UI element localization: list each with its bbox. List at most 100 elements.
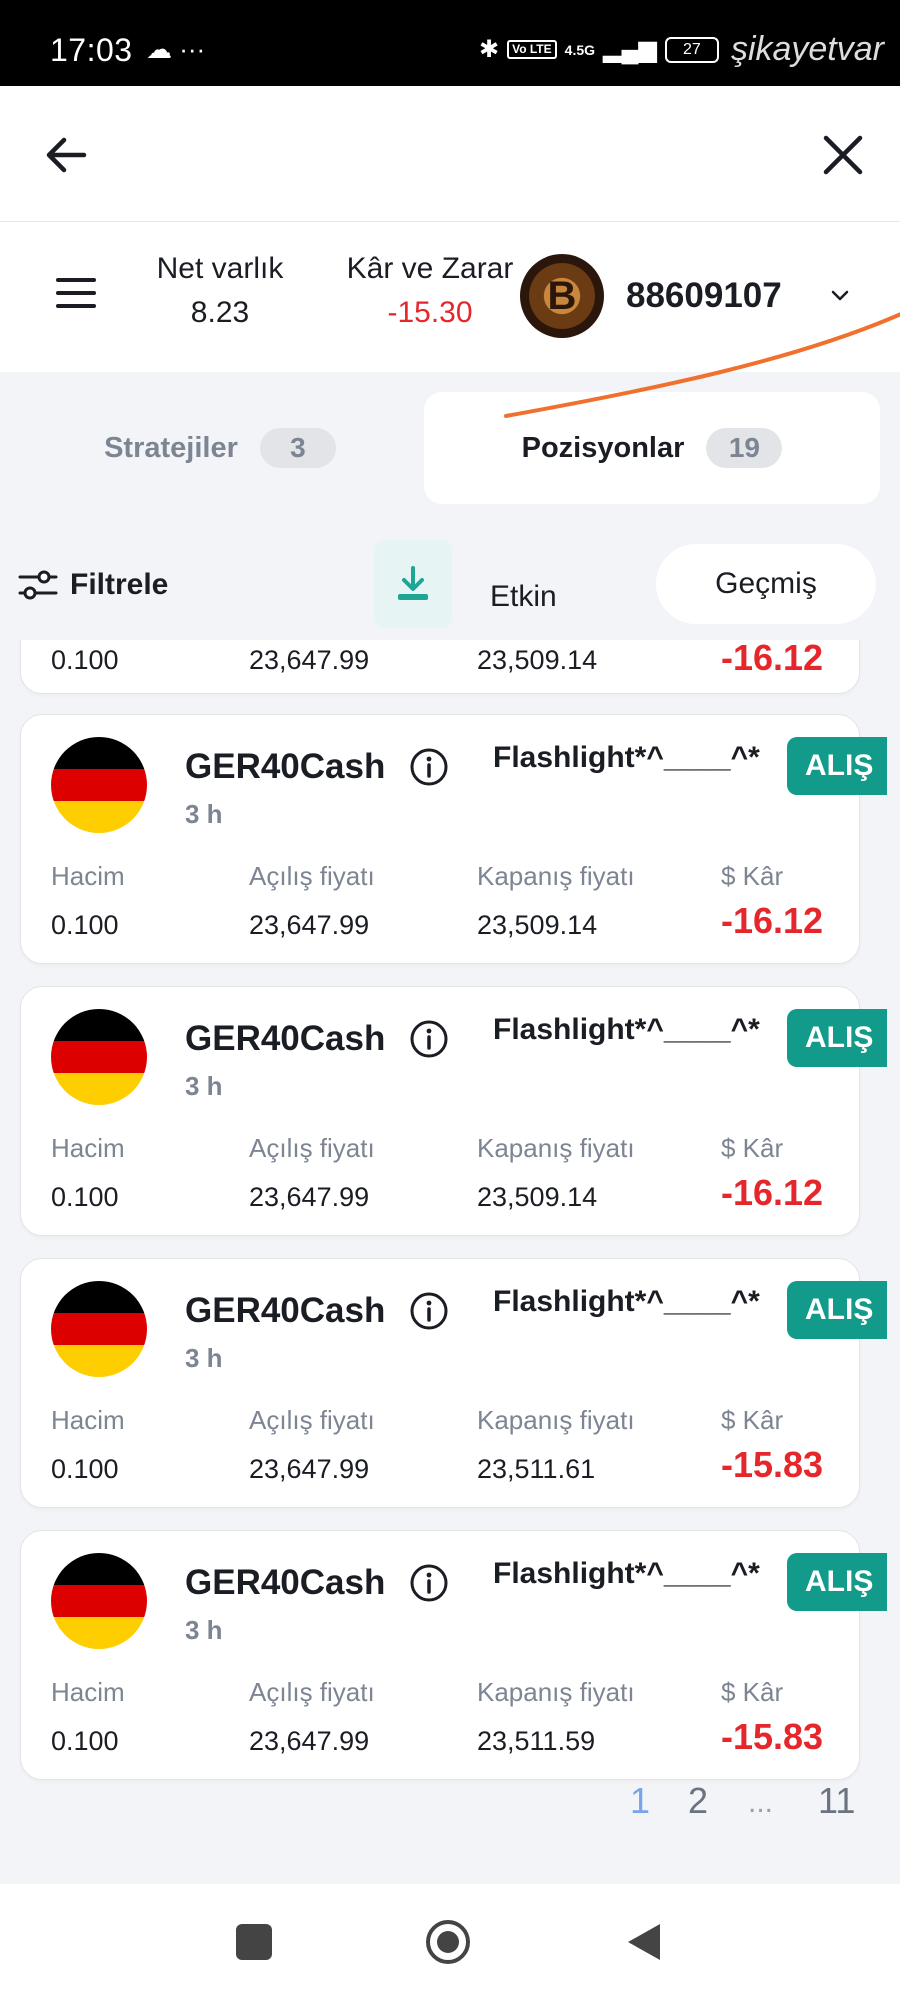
open-price-label: Açılış fiyatı (249, 861, 375, 891)
page-1[interactable]: 1 (630, 1780, 650, 1822)
pagination: 1 2 ... 11 (0, 1780, 900, 1840)
open-price-label: Açılış fiyatı (249, 1133, 375, 1163)
close-price-column: Kapanış fiyatı 23,509.14 (477, 861, 635, 941)
battery-icon: 27 (664, 36, 719, 63)
buy-badge: ALIŞ (787, 1009, 887, 1067)
history-toggle[interactable]: Geçmiş (656, 544, 876, 624)
close-price-value: 23,511.59 (477, 1726, 596, 1756)
germany-flag-icon (51, 1553, 147, 1649)
volume-label: Hacim (51, 1133, 125, 1163)
buy-badge: ALIŞ (787, 737, 887, 795)
volume-value: 0.100 (51, 1182, 119, 1212)
status-time: 17:03 (50, 32, 133, 68)
filter-label: Filtrele (70, 568, 169, 601)
close-price-label: Kapanış fiyatı (477, 861, 635, 891)
net-assets-label: Net varlık (156, 252, 284, 285)
close-price-value: 23,509.14 (477, 910, 598, 940)
position-card[interactable]: 0.100 23,647.99 23,509.14 -16.12 (20, 640, 860, 694)
open-price-value: 23,647.99 (249, 1454, 370, 1484)
close-button[interactable] (816, 128, 870, 182)
buy-badge: ALIŞ (787, 1281, 887, 1339)
page-ellipsis: ... (748, 1786, 774, 1819)
top-nav (0, 86, 900, 222)
hamburger-line (56, 278, 96, 282)
position-card[interactable]: GER40Cash Flashlight*^____^* ALIŞ 3 h Ha… (20, 986, 887, 1236)
tab-count-badge: 19 (706, 428, 783, 468)
hamburger-line (56, 291, 96, 295)
profit-loss: Kâr ve Zarar -15.30 (340, 252, 520, 330)
duration: 3 h (185, 1615, 223, 1645)
download-icon (398, 566, 428, 600)
net-assets: Net varlık 8.23 (150, 252, 290, 330)
positions-list: 0.100 23,647.99 23,509.14 -16.12 GER40Ca… (0, 640, 900, 1880)
sliders-icon (18, 570, 58, 600)
profit-value: -16.12 (721, 900, 824, 941)
open-price-label: Açılış fiyatı (249, 1405, 375, 1435)
close-price-label: Kapanış fiyatı (477, 1133, 635, 1163)
open-price-value: 23,647.99 (249, 910, 370, 940)
profit-label: $ Kâr (721, 1405, 784, 1435)
info-icon[interactable] (409, 1291, 449, 1331)
recent-apps-button[interactable] (236, 1924, 272, 1960)
page-2[interactable]: 2 (688, 1780, 708, 1822)
volume-label: Hacim (51, 1405, 125, 1435)
close-icon (823, 135, 863, 175)
open-price-column: Açılış fiyatı 23,647.99 (249, 861, 375, 941)
open-price-column: Açılış fiyatı 23,647.99 (249, 1405, 375, 1485)
position-card[interactable]: GER40Cash Flashlight*^____^* ALIŞ 3 h Ha… (20, 1530, 887, 1780)
page-last[interactable]: 11 (818, 1780, 855, 1822)
filter-button[interactable]: Filtrele (18, 568, 168, 602)
close-price-value: 23,511.61 (477, 1454, 596, 1484)
tab-count-badge: 3 (259, 428, 336, 468)
volte-icon: Vo LTE (507, 40, 557, 59)
profit-label: $ Kâr (721, 861, 784, 891)
info-icon[interactable] (409, 747, 449, 787)
duration: 3 h (185, 1071, 223, 1101)
volume-column: Hacim 0.100 (51, 861, 125, 941)
hamburger-line (56, 304, 96, 308)
info-icon[interactable] (409, 1019, 449, 1059)
germany-flag-icon (51, 1009, 147, 1105)
strategy-name: Flashlight*^____^* (493, 1285, 760, 1318)
back-button[interactable] (40, 128, 94, 182)
close-price-label: Kapanış fiyatı (477, 1405, 635, 1435)
arrow-left-icon (46, 137, 87, 173)
active-toggle[interactable]: Etkin (490, 580, 557, 614)
close-price-value: 23,509.14 (477, 1182, 598, 1212)
germany-flag-icon (51, 1281, 147, 1377)
menu-button[interactable] (56, 278, 96, 312)
home-button[interactable] (424, 1918, 472, 1966)
open-price-value: 23,647.99 (249, 1182, 370, 1212)
back-triangle-icon[interactable] (624, 1920, 664, 1964)
profit-value: -16.12 (721, 1172, 824, 1213)
duration: 3 h (185, 1343, 223, 1373)
close-price-column: Kapanış fiyatı 23,511.59 (477, 1677, 635, 1757)
symbol-name: GER40Cash (185, 747, 386, 786)
tab-strategies[interactable]: Stratejiler 3 (20, 392, 420, 504)
profit-column: $ Kâr -16.12 (721, 1133, 823, 1214)
profit-column: $ Kâr -16.12 (721, 861, 823, 942)
profit-loss-label: Kâr ve Zarar (346, 252, 514, 285)
volume-column: Hacim 0.100 (51, 1133, 125, 1213)
watermark: şikayetvar (730, 30, 884, 68)
volume-column: Hacim 0.100 (51, 1405, 125, 1485)
symbol-name: GER40Cash (185, 1291, 386, 1330)
volume-value: 0.100 (51, 1726, 119, 1756)
info-icon[interactable] (409, 1563, 449, 1603)
position-card[interactable]: GER40Cash Flashlight*^____^* ALIŞ 3 h Ha… (20, 714, 887, 964)
notification-icons: ☁ ··· (146, 34, 206, 64)
tab-label: Pozisyonlar (521, 431, 685, 464)
open-price-value: 23,647.99 (249, 645, 370, 675)
volume-value: 0.100 (51, 645, 119, 675)
download-button[interactable] (374, 540, 452, 628)
status-right-icons: ✱ Vo LTE 4.5G ▂▄▆ 27 şikayetvar (479, 30, 884, 69)
profit-value: -16.12 (721, 640, 824, 678)
position-card[interactable]: GER40Cash Flashlight*^____^* ALIŞ 3 h Ha… (20, 1258, 887, 1508)
profit-label: $ Kâr (721, 1677, 784, 1707)
filter-row: Filtrele Etkin Geçmiş (0, 540, 900, 640)
volume-label: Hacim (51, 1677, 125, 1707)
annotation-stroke (504, 312, 900, 418)
profit-value: -15.83 (721, 1716, 824, 1757)
strategy-name: Flashlight*^____^* (493, 1013, 760, 1046)
duration: 3 h (185, 799, 223, 829)
